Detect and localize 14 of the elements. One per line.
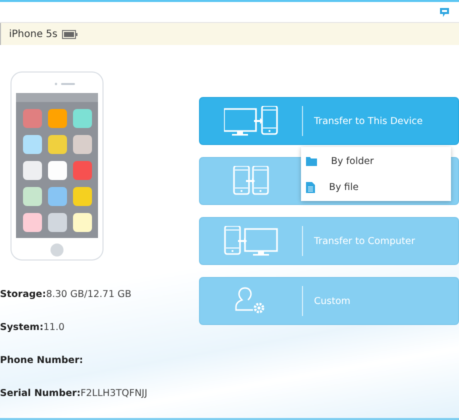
device-info-text: System:11.0 [0, 321, 66, 335]
device-info-text: Serial Number:F2LLH3TQFNJJ [0, 387, 148, 401]
device-info-text: Storage:8.30 GB/12.71 GB [0, 288, 132, 302]
menu-item[interactable]: By file [301, 174, 451, 200]
phone-to-monitor-icon [224, 226, 278, 256]
device-info-text: Phone Number: [0, 354, 84, 368]
phone-to-phone-icon [233, 166, 269, 196]
folder-icon [306, 156, 317, 166]
monitor-to-phone-icon [224, 106, 278, 136]
chat-icon[interactable] [440, 8, 449, 16]
user-gear-icon [235, 286, 267, 316]
document-icon [306, 182, 315, 192]
battery-icon [62, 30, 78, 38]
device-name: iPhone 5s [9, 28, 58, 40]
